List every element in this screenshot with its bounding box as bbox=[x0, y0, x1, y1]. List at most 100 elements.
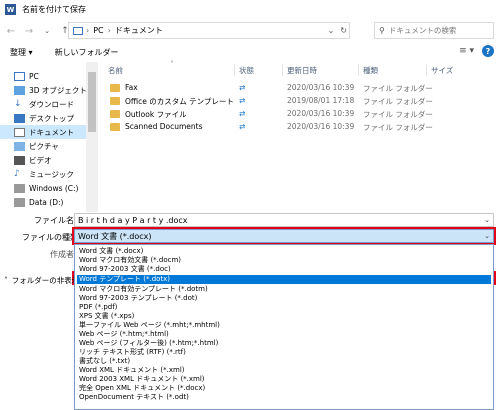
dropdown-option[interactable]: XPS 文書 (*.xps) bbox=[77, 312, 491, 321]
address-bar[interactable]: › PC › ドキュメント ⌄ ↻ bbox=[68, 22, 350, 39]
nav-item-label: PC bbox=[29, 71, 39, 81]
file-name: Fax bbox=[125, 83, 138, 92]
help-icon[interactable]: ? bbox=[482, 45, 494, 57]
file-type: ファイル フォルダー bbox=[363, 84, 433, 93]
nav-item-desktop[interactable]: デスクトップ bbox=[14, 111, 74, 125]
dropdown-option[interactable]: Web ページ (*.htm;*.html) bbox=[77, 330, 491, 339]
dropdown-option[interactable]: 完全 Open XML ドキュメント (*.docx) bbox=[77, 384, 491, 393]
forward-arrow-icon[interactable]: → bbox=[22, 24, 36, 38]
dropdown-option[interactable]: リッチ テキスト形式 (RTF) (*.rtf) bbox=[77, 348, 491, 357]
drive-icon bbox=[14, 183, 25, 193]
nav-item-label: ダウンロード bbox=[29, 99, 74, 109]
dropdown-option[interactable]: 書式なし (*.txt) bbox=[77, 357, 491, 366]
nav-item-downloads[interactable]: ↓ ダウンロード bbox=[14, 97, 74, 111]
dropdown-option[interactable]: Word 97-2003 テンプレート (*.dot) bbox=[77, 294, 491, 303]
dropdown-option[interactable]: Word マクロ有効文書 (*.docm) bbox=[77, 256, 491, 265]
column-header-status[interactable]: 状態 bbox=[239, 65, 254, 76]
breadcrumb-documents[interactable]: ドキュメント bbox=[115, 25, 163, 36]
nav-item-music[interactable]: ♪ ミュージック bbox=[14, 167, 74, 181]
file-row[interactable]: Office のカスタム テンプレート ⇄ 2019/08/01 17:18 フ… bbox=[100, 95, 500, 108]
view-options-icon[interactable]: ≡ ▾ bbox=[459, 46, 474, 56]
column-header-name[interactable]: 名前 bbox=[108, 65, 123, 76]
file-date: 2019/08/01 17:18 bbox=[287, 96, 355, 105]
folder-icon bbox=[110, 97, 120, 105]
back-arrow-icon[interactable]: ← bbox=[4, 24, 18, 38]
dropdown-option[interactable]: Word 2003 XML ドキュメント (*.xml) bbox=[77, 375, 491, 384]
navigation-pane: PC 3D オブジェクト ↓ ダウンロード デスクトップ ドキュメント ピクチャ… bbox=[0, 62, 99, 212]
author-label: 作成者: bbox=[50, 250, 77, 259]
column-divider[interactable] bbox=[234, 64, 235, 76]
recent-dropdown-icon[interactable]: ⌄ bbox=[40, 24, 54, 38]
nav-item-documents[interactable]: ドキュメント bbox=[0, 125, 86, 139]
sync-status-icon: ⇄ bbox=[239, 109, 246, 118]
music-icon: ♪ bbox=[14, 168, 20, 179]
nav-item-data-d[interactable]: Data (D:) bbox=[14, 195, 63, 209]
scrollbar-thumb[interactable] bbox=[88, 72, 96, 132]
folder-icon bbox=[110, 84, 120, 92]
file-row[interactable]: Fax ⇄ 2020/03/16 10:39 ファイル フォルダー bbox=[100, 82, 500, 95]
sort-up-icon: ˄ bbox=[170, 60, 174, 69]
search-icon: ⚲ bbox=[379, 26, 385, 35]
drive-icon bbox=[14, 197, 25, 207]
filetype-dropdown-list[interactable]: Word 文書 (*.docx) Word マクロ有効文書 (*.docm) W… bbox=[74, 244, 494, 410]
dropdown-option[interactable]: Word マクロ有効テンプレート (*.dotm) bbox=[77, 285, 491, 294]
download-icon: ↓ bbox=[14, 98, 22, 109]
organize-button[interactable]: 整理 ▾ bbox=[10, 47, 33, 58]
file-row[interactable]: Outlook ファイル ⇄ 2020/03/16 10:39 ファイル フォル… bbox=[100, 108, 500, 121]
hide-folders-toggle[interactable]: ˄ フォルダーの非表示 bbox=[4, 275, 79, 286]
nav-item-3d-objects[interactable]: 3D オブジェクト bbox=[14, 83, 87, 97]
word-app-icon: W bbox=[5, 4, 16, 15]
column-divider[interactable] bbox=[358, 64, 359, 76]
document-icon bbox=[14, 127, 25, 137]
dropdown-option-selected[interactable]: Word テンプレート (*.dotx) bbox=[77, 275, 491, 284]
new-folder-button[interactable]: 新しいフォルダー bbox=[55, 47, 119, 58]
breadcrumb-separator: › bbox=[86, 26, 90, 35]
chevron-down-icon[interactable]: ⌄ bbox=[484, 214, 490, 226]
file-name: Office のカスタム テンプレート bbox=[125, 97, 234, 106]
dropdown-option[interactable]: OpenDocument テキスト (*.odt) bbox=[77, 393, 491, 402]
filename-value: B i r t h d a y P a r t y .docx bbox=[78, 215, 188, 225]
search-input[interactable]: ⚲ ドキュメントの検索 bbox=[374, 22, 494, 39]
column-divider[interactable] bbox=[426, 64, 427, 76]
sync-status-icon: ⇄ bbox=[239, 122, 246, 131]
pc-icon bbox=[14, 71, 25, 81]
dropdown-option[interactable]: 単一ファイル Web ページ (*.mht;*.mhtml) bbox=[77, 321, 491, 330]
filename-input[interactable]: B i r t h d a y P a r t y .docx ⌄ bbox=[74, 213, 494, 227]
nav-item-label: Data (D:) bbox=[29, 197, 64, 207]
picture-icon bbox=[14, 141, 25, 151]
dropdown-option[interactable]: Web ページ (フィルター後) (*.htm;*.html) bbox=[77, 339, 491, 348]
breadcrumb-pc[interactable]: PC bbox=[93, 26, 103, 35]
nav-item-label: ビデオ bbox=[29, 155, 52, 165]
nav-item-label: ミュージック bbox=[29, 169, 74, 179]
file-row[interactable]: Scanned Documents ⇄ 2020/03/16 10:39 ファイ… bbox=[100, 121, 500, 134]
column-header-size[interactable]: サイズ bbox=[431, 65, 453, 76]
dropdown-option[interactable]: Word 97-2003 文書 (*.doc) bbox=[77, 265, 491, 274]
file-type: ファイル フォルダー bbox=[363, 110, 433, 119]
file-name: Outlook ファイル bbox=[125, 110, 187, 119]
chevron-up-icon: ˄ bbox=[4, 276, 8, 285]
file-date: 2020/03/16 10:39 bbox=[287, 83, 355, 92]
breadcrumb-separator: › bbox=[107, 26, 111, 35]
navigation-bar: ← → ⌄ ↑ › PC › ドキュメント ⌄ ↻ ⚲ ドキュメントの検索 bbox=[0, 19, 500, 43]
file-date: 2020/03/16 10:39 bbox=[287, 109, 355, 118]
refresh-icon[interactable]: ↻ bbox=[340, 26, 347, 35]
dropdown-option[interactable]: Word 文書 (*.docx) bbox=[77, 247, 491, 256]
dropdown-option[interactable]: Word XML ドキュメント (*.xml) bbox=[77, 366, 491, 375]
dropdown-option[interactable]: PDF (*.pdf) bbox=[77, 303, 491, 312]
nav-item-label: デスクトップ bbox=[29, 113, 74, 123]
title-bar: W 名前を付けて保存 bbox=[0, 0, 500, 19]
column-header-type[interactable]: 種類 bbox=[363, 65, 378, 76]
video-icon bbox=[14, 155, 25, 165]
file-type: ファイル フォルダー bbox=[363, 97, 433, 106]
nav-item-pictures[interactable]: ピクチャ bbox=[14, 139, 59, 153]
nav-item-videos[interactable]: ビデオ bbox=[14, 153, 52, 167]
address-pc-icon bbox=[73, 26, 83, 35]
navigation-scrollbar[interactable] bbox=[86, 62, 98, 212]
nav-item-pc[interactable]: PC bbox=[14, 69, 39, 83]
nav-item-label: Windows (C:) bbox=[29, 183, 79, 193]
desktop-icon bbox=[14, 113, 25, 123]
nav-item-windows-c[interactable]: Windows (C:) bbox=[14, 181, 78, 195]
address-dropdown-icon[interactable]: ⌄ bbox=[328, 26, 335, 35]
column-divider[interactable] bbox=[282, 64, 283, 76]
column-header-date[interactable]: 更新日時 bbox=[287, 65, 317, 76]
